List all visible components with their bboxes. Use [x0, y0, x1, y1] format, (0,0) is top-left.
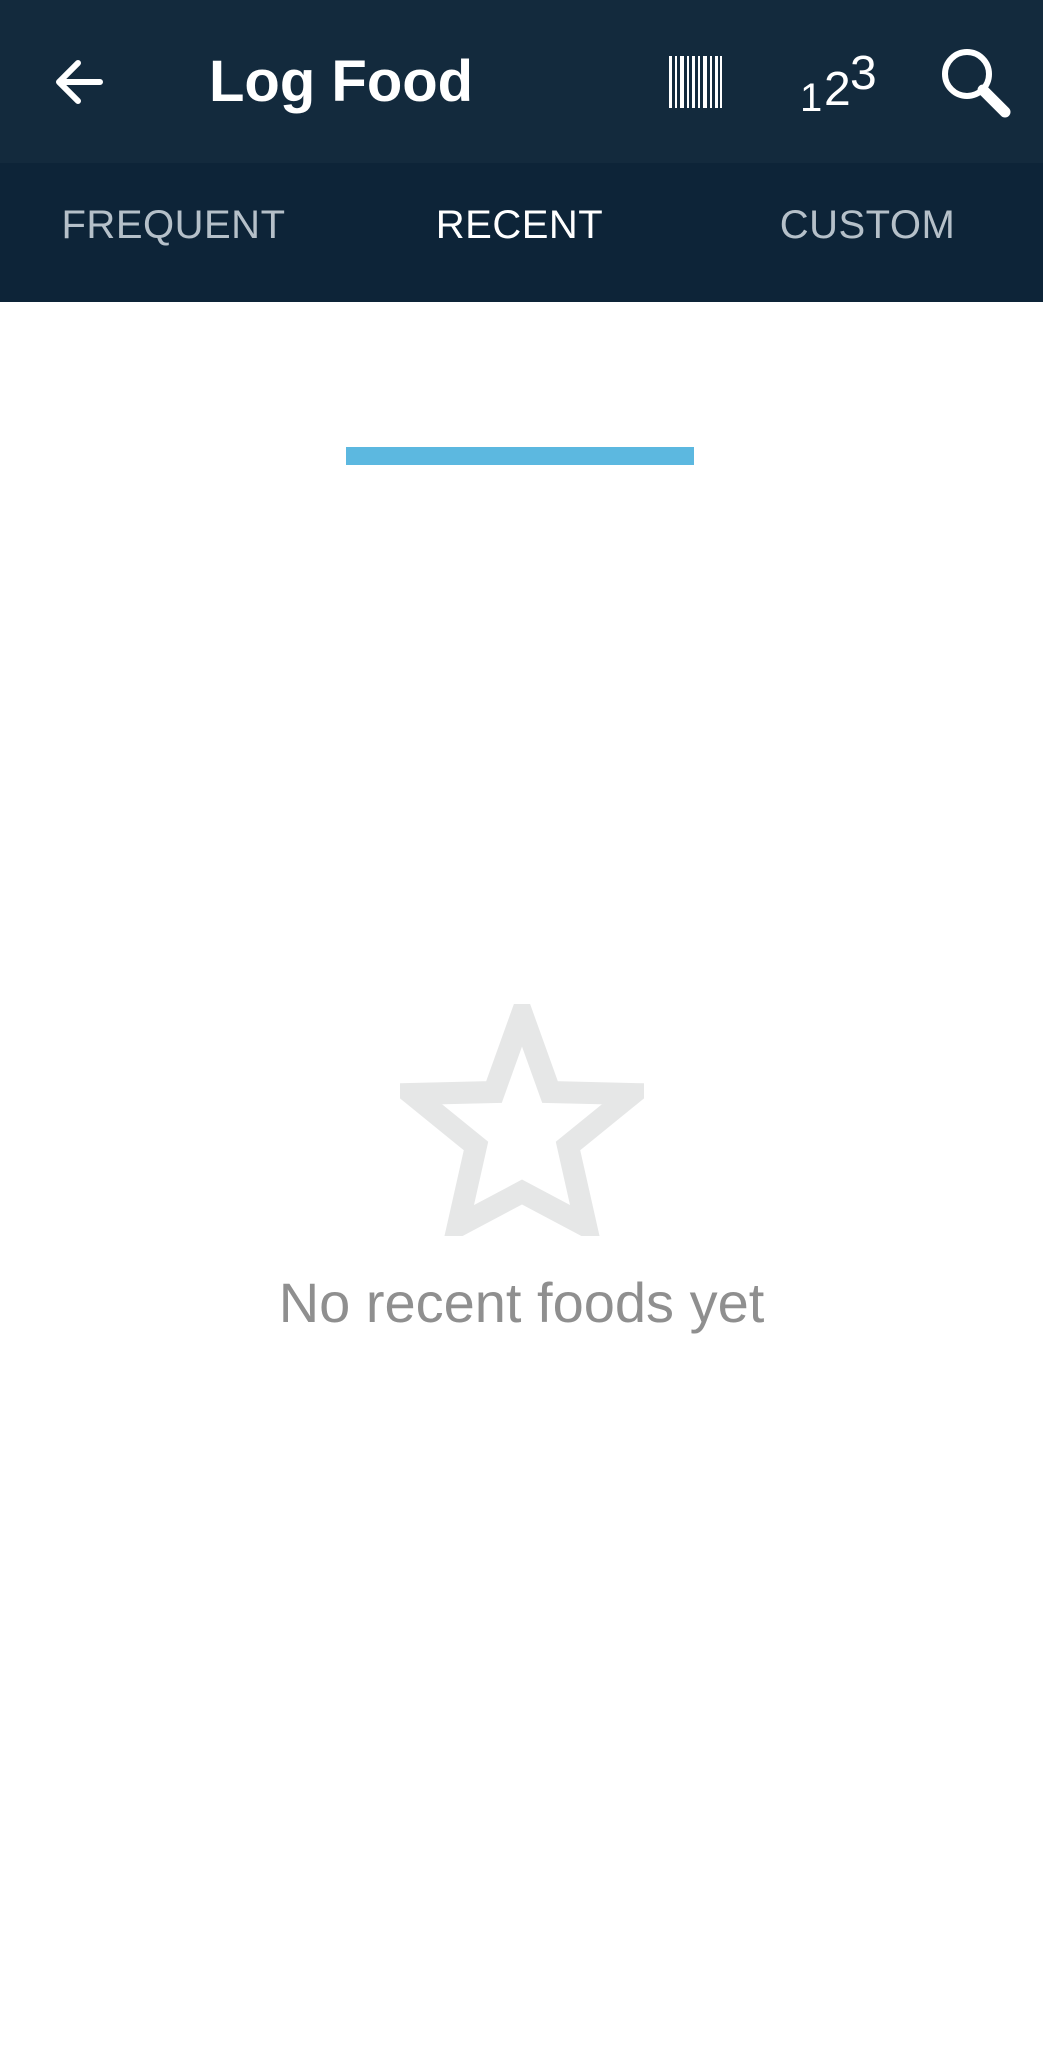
barcode-button[interactable] — [645, 36, 745, 128]
quick-calories-button[interactable]: 1 2 3 — [784, 36, 884, 128]
tab-frequent[interactable]: FREQUENT — [0, 163, 347, 302]
numeric-icon: 1 2 3 — [800, 47, 877, 120]
star-outline-icon — [400, 1004, 644, 1236]
arrow-back-icon — [56, 60, 103, 104]
search-button[interactable] — [925, 36, 1025, 128]
tab-label-frequent: FREQUENT — [61, 203, 286, 247]
back-button[interactable] — [34, 36, 126, 128]
tab-label-custom: CUSTOM — [779, 203, 956, 247]
tab-custom[interactable]: CUSTOM — [694, 163, 1041, 302]
tab-label-recent: RECENT — [435, 203, 604, 247]
log-food-screen: Log Food 1 2 3 FREQUENT RECENT CUSTOM No… — [0, 0, 1043, 2048]
barcode-icon — [669, 56, 722, 108]
tab-recent[interactable]: RECENT — [346, 163, 693, 302]
app-bar: Log Food 1 2 3 — [0, 0, 1043, 163]
empty-state: No recent foods yet — [0, 302, 1043, 2048]
page-title: Log Food — [209, 49, 474, 114]
tab-bar: FREQUENT RECENT CUSTOM — [0, 163, 1043, 465]
empty-state-message: No recent foods yet — [278, 1271, 765, 1334]
search-icon — [942, 49, 1011, 118]
